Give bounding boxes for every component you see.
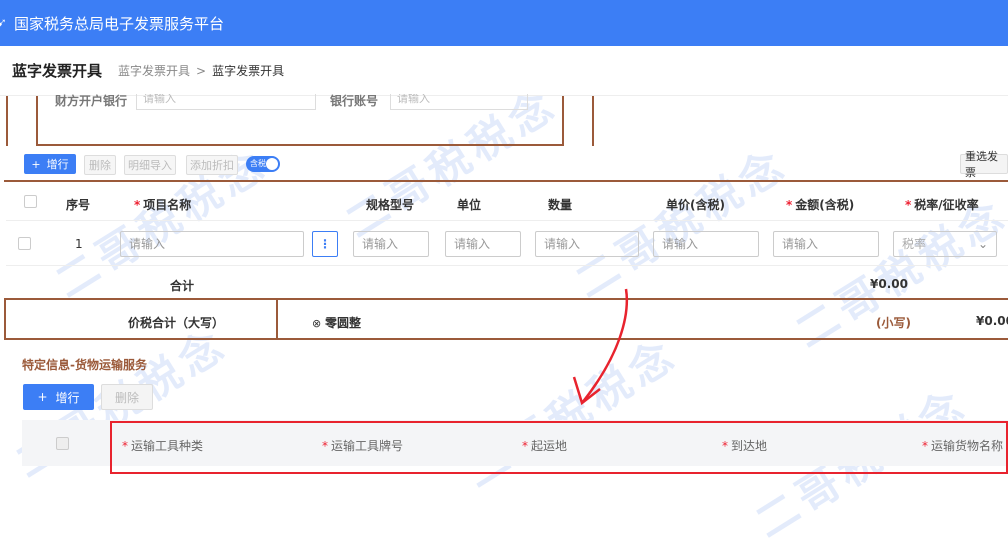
vertical-dots-icon: ⋮ (319, 237, 331, 251)
frame-line (36, 144, 564, 146)
account-input[interactable]: 请输入 (390, 94, 528, 110)
col-index: 序号 (66, 198, 91, 212)
account-label: 银行账号 (330, 94, 379, 108)
col-tax-rate: * 税率/征收率 (905, 198, 979, 212)
unit-price-input[interactable]: 请输入 (653, 231, 759, 257)
frame-line (276, 298, 278, 340)
special-add-row-button[interactable]: + 增行 (23, 384, 94, 410)
add-row-label: 增行 (46, 158, 69, 171)
frame-line (4, 298, 1008, 300)
breadcrumb-item[interactable]: 蓝字发票开具 (118, 64, 190, 78)
select-all-checkbox[interactable] (24, 195, 37, 208)
col-unit-price: 单价(含税) (666, 198, 725, 212)
detail-import-button[interactable]: 明细导入 (124, 155, 176, 175)
annotation-arrow-icon (572, 288, 629, 406)
row-divider (6, 265, 1008, 266)
plus-icon: + (31, 157, 41, 171)
breadcrumb-current: 蓝字发票开具 (212, 64, 285, 78)
toggle-knob (266, 158, 278, 170)
tax-rate-select[interactable]: 税率 ⌄ (893, 231, 997, 257)
delete-button[interactable]: 删除 (84, 155, 116, 175)
total-amount: ¥0.00 (870, 277, 908, 291)
reselect-invoice-button[interactable]: 重选发票 (960, 150, 1008, 179)
frame-line (562, 96, 564, 146)
frame-line (36, 96, 38, 146)
breadcrumb: 蓝字发票开具 > 蓝字发票开具 (118, 62, 284, 79)
tax-rate-placeholder: 税率 (902, 237, 927, 251)
page-header: 蓝字发票开具 蓝字发票开具 > 蓝字发票开具 (0, 46, 1008, 96)
chevron-down-icon: ⌄ (977, 237, 988, 251)
col-unit: 单位 (457, 198, 482, 212)
tax-inclusive-toggle[interactable]: 含税 (246, 156, 280, 172)
frame-line (592, 96, 594, 146)
col-quantity: 数量 (548, 198, 573, 212)
price-tax-upper-value: 零圆整 (325, 316, 362, 330)
transport-select-all-checkbox[interactable] (56, 437, 69, 450)
bank-label: 财方开户银行 (55, 94, 128, 108)
flag-icon: ➹ (0, 15, 7, 31)
frame-line (4, 180, 1008, 182)
tax-toggle-label: 含税 (250, 159, 266, 168)
small-label: (小写) (876, 316, 911, 330)
row-checkbox[interactable] (18, 237, 31, 250)
more-options-button[interactable]: ⋮ (312, 231, 338, 257)
required-marker: * (786, 198, 793, 212)
total-label: 合计 (170, 279, 195, 293)
special-add-row-label: 增行 (55, 390, 80, 405)
required-marker: * (134, 198, 141, 212)
col-amount: * 金额(含税) (786, 198, 855, 212)
required-marker: * (905, 198, 912, 212)
platform-title: 国家税务总局电子发票服务平台 (14, 14, 225, 33)
special-delete-button[interactable]: 删除 (101, 384, 153, 410)
item-name-input[interactable]: 请输入 (120, 231, 304, 257)
add-discount-button[interactable]: 添加折扣 (186, 155, 238, 175)
unit-input[interactable]: 请输入 (445, 231, 521, 257)
bank-input[interactable]: 请输入 (136, 94, 316, 110)
frame-line (4, 338, 1008, 340)
small-amount: ¥0.00 (976, 314, 1008, 328)
row-divider (6, 220, 1008, 221)
annotation-highlight-box (110, 421, 1008, 474)
price-tax-upper: ⊗ 零圆整 (312, 314, 361, 331)
frame-line (6, 96, 8, 146)
page-title: 蓝字发票开具 (12, 62, 103, 80)
plus-icon: + (37, 390, 48, 404)
amount-input[interactable]: 请输入 (773, 231, 879, 257)
add-row-button[interactable]: + 增行 (24, 154, 76, 174)
col-spec: 规格型号 (366, 198, 415, 212)
col-item-name: * 项目名称 (134, 198, 192, 212)
frame-line (4, 298, 6, 340)
spec-input[interactable]: 请输入 (353, 231, 429, 257)
top-bar: ➹ 国家税务总局电子发票服务平台 (0, 0, 1008, 46)
breadcrumb-separator: > (196, 64, 207, 78)
quantity-input[interactable]: 请输入 (535, 231, 639, 257)
row-index: 1 (75, 237, 83, 251)
special-info-title: 特定信息-货物运输服务 (22, 358, 147, 372)
price-tax-total-label: 价税合计（大写） (128, 316, 225, 330)
close-circle-icon: ⊗ (312, 317, 322, 330)
